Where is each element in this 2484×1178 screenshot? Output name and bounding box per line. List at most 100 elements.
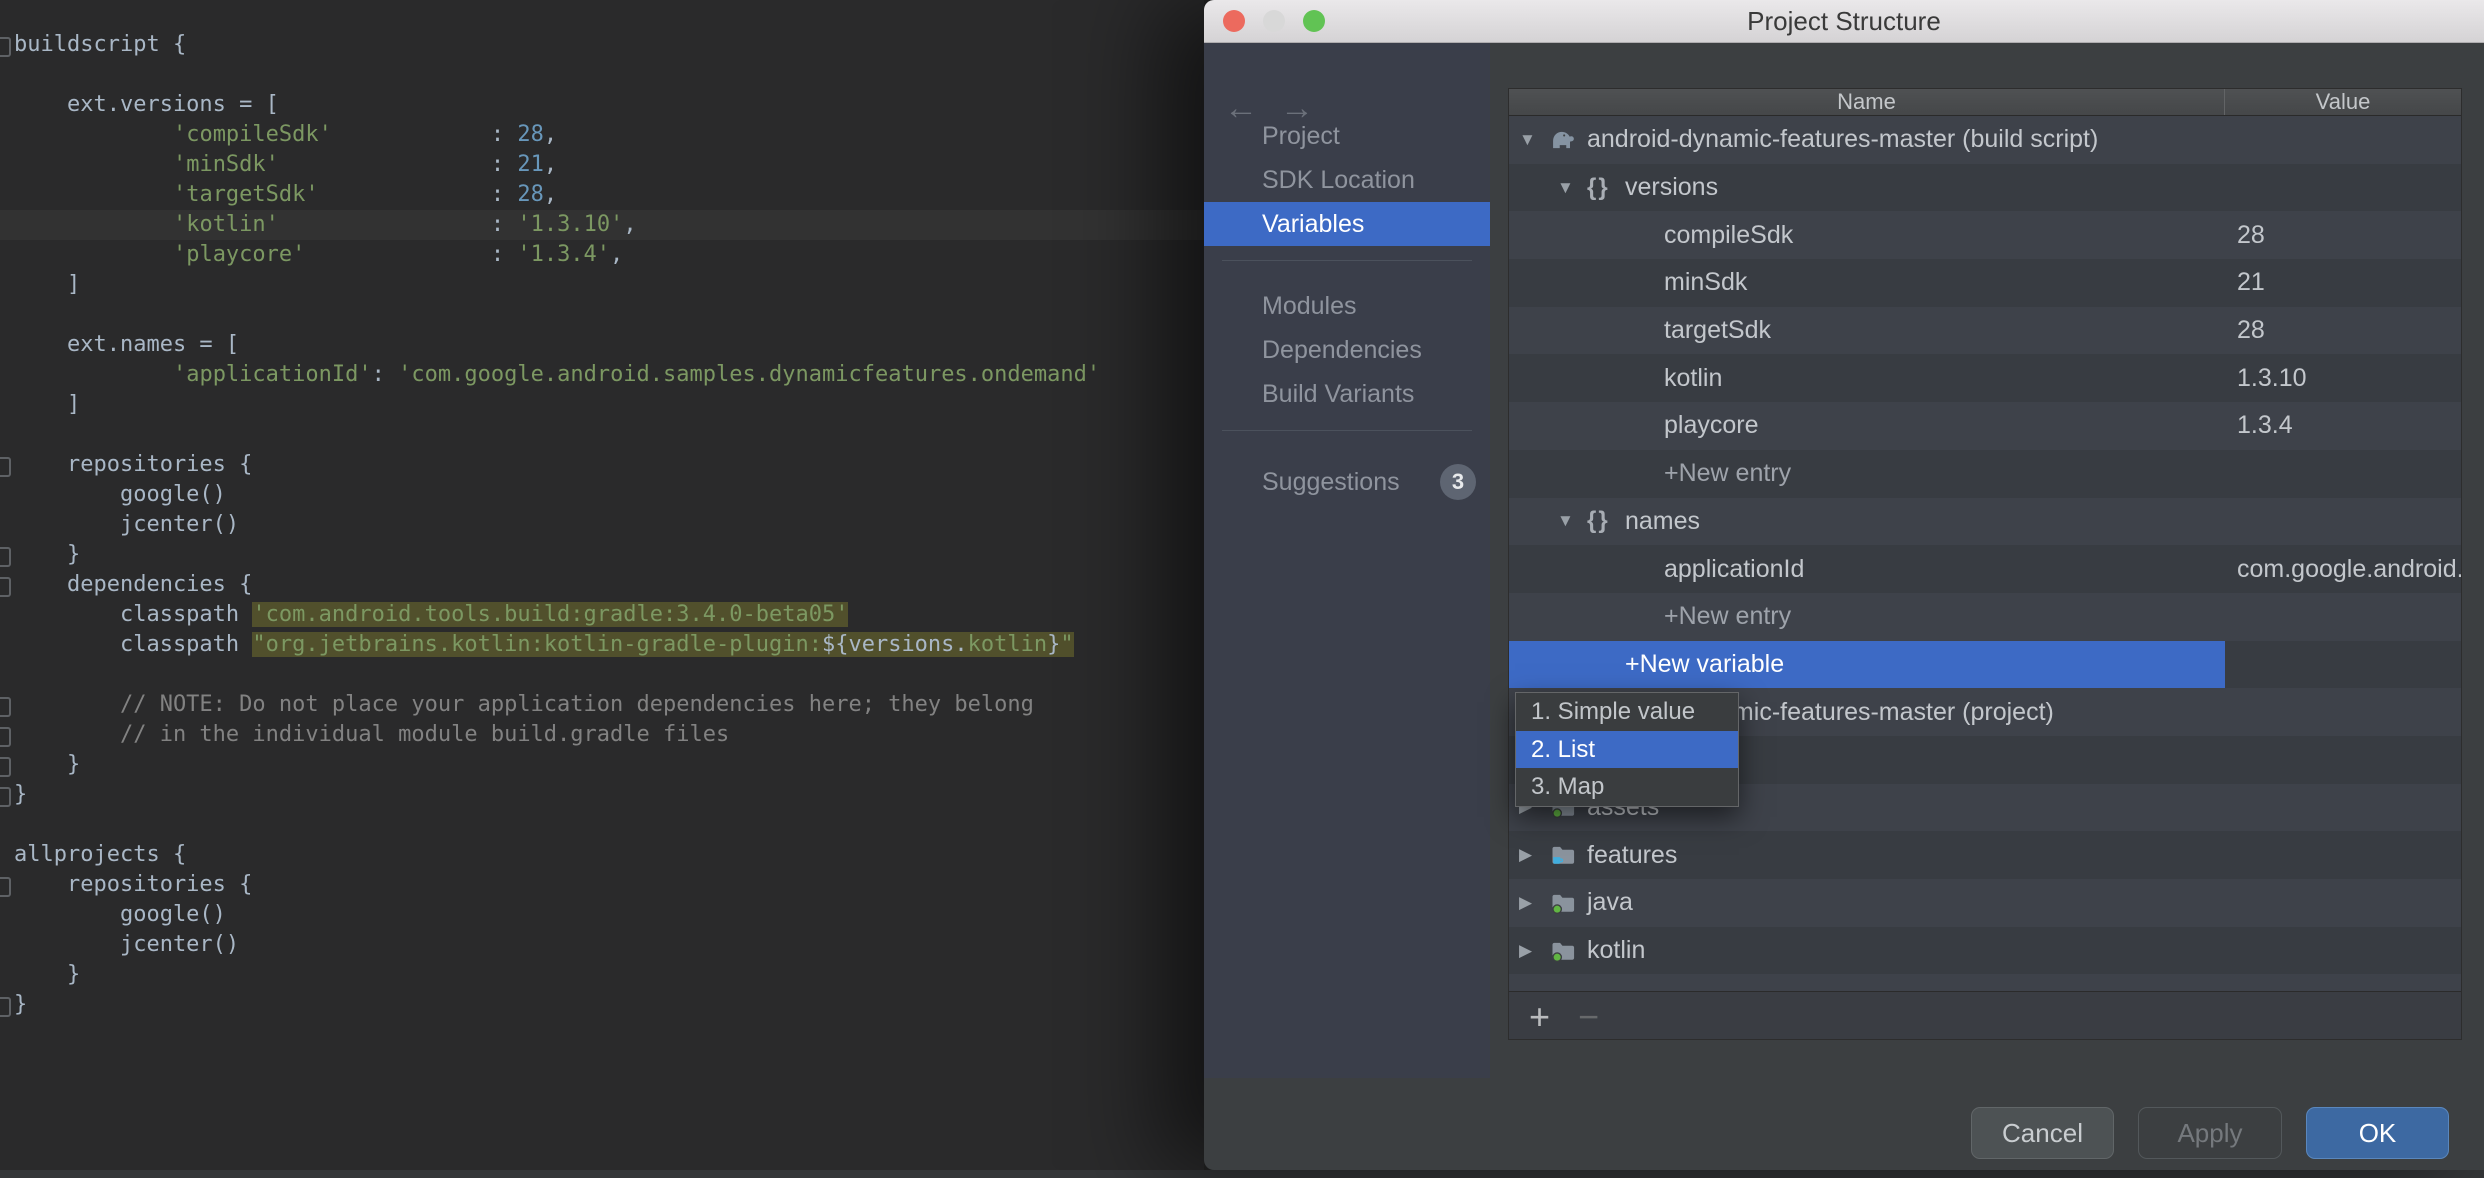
variable-name: names (1625, 506, 1701, 535)
ide-bottom-strip (0, 1170, 2484, 1178)
variable-row-kotlin[interactable]: kotlin 1.3.10 (1509, 354, 2461, 403)
code-line[interactable]: ext.names = [ (0, 330, 1204, 360)
variable-name: targetSdk (1664, 316, 1772, 345)
variable-row-versions[interactable]: ▼{} versions (1509, 163, 2461, 212)
variable-row-kotlin[interactable]: ▶ kotlin (1509, 926, 2461, 975)
sidebar-item-label: Modules (1262, 292, 1357, 320)
code-line[interactable]: jcenter() (0, 930, 1204, 960)
code-line[interactable]: 'playcore' : '1.3.4', (0, 240, 1204, 270)
variable-row-targetsdk[interactable]: targetSdk 28 (1509, 306, 2461, 355)
code-line[interactable]: 'kotlin' : '1.3.10', (0, 210, 1204, 240)
code-line[interactable]: // in the individual module build.gradle… (0, 720, 1204, 750)
name-cell: +New variable (1509, 640, 2225, 689)
code-line[interactable]: } (0, 990, 1204, 1020)
chevron-down-icon[interactable]: ▼ (1557, 178, 1587, 198)
code-line[interactable] (0, 660, 1204, 690)
value-cell: 1.3.10 (2225, 354, 2461, 402)
name-cell: compileSdk (1509, 211, 2225, 259)
variable-name: playcore (1664, 411, 1759, 440)
value-cell (2225, 688, 2461, 736)
code-line[interactable]: ext.versions = [ (0, 90, 1204, 120)
code-line[interactable] (0, 420, 1204, 450)
cancel-button[interactable]: Cancel (1971, 1107, 2114, 1159)
folder-feature-icon (1549, 841, 1587, 869)
sidebar-item-label: Build Variants (1262, 380, 1415, 408)
remove-variable-button[interactable]: − (1578, 995, 1599, 1039)
column-header-name: Name (1509, 89, 2225, 115)
sidebar-item-variables[interactable]: Variables (1204, 202, 1490, 246)
code-line[interactable]: } (0, 960, 1204, 990)
sidebar-item-build-variants[interactable]: Build Variants (1204, 372, 1490, 416)
code-line[interactable]: dependencies { (0, 570, 1204, 600)
code-line[interactable]: 'applicationId': 'com.google.android.sam… (0, 360, 1204, 390)
variable-row-java[interactable]: ▶ java (1509, 879, 2461, 927)
sidebar: ← → Project SDK Location Variables Modules De… (1204, 43, 1490, 1078)
code-line[interactable]: 'minSdk' : 21, (0, 150, 1204, 180)
chevron-down-icon[interactable]: ▼ (1557, 511, 1587, 531)
code-line[interactable]: } (0, 540, 1204, 570)
dropdown-item-1-simple-value[interactable]: 1. Simple value (1516, 693, 1738, 731)
sidebar-item-suggestions[interactable]: Suggestions 3 (1204, 460, 1490, 504)
code-line[interactable]: // NOTE: Do not place your application d… (0, 690, 1204, 720)
variable-row-android-dynamic-features-master-build-script[interactable]: ▼ android-dynamic-features-master (build … (1509, 116, 2461, 164)
ok-button[interactable]: OK (2306, 1107, 2449, 1159)
code-line[interactable]: repositories { (0, 450, 1204, 480)
suggestions-count-badge: 3 (1440, 464, 1476, 500)
variable-name: features (1587, 840, 1678, 869)
value-cell: 21 (2225, 259, 2461, 307)
code-line[interactable]: buildscript { (0, 30, 1204, 60)
variable-row-new-variable[interactable]: +New variable (1509, 640, 2461, 689)
chevron-right-icon[interactable]: ▶ (1519, 893, 1549, 913)
value-cell: 1.3.4 (2225, 402, 2461, 450)
chevron-right-icon[interactable]: ▶ (1519, 941, 1549, 961)
sidebar-item-dependencies[interactable]: Dependencies (1204, 328, 1490, 372)
dropdown-item-3-map[interactable]: 3. Map (1516, 768, 1738, 806)
table-header: Name Value (1509, 89, 2461, 116)
code-line[interactable] (0, 60, 1204, 90)
variable-row-new-entry[interactable]: +New entry (1509, 449, 2461, 498)
code-line[interactable]: google() (0, 480, 1204, 510)
sidebar-item-sdk-location[interactable]: SDK Location (1204, 158, 1490, 202)
variable-row-features[interactable]: ▶ features (1509, 831, 2461, 879)
variable-row-names[interactable]: ▼{} names (1509, 497, 2461, 546)
code-line[interactable]: ] (0, 390, 1204, 420)
sidebar-item-label: Dependencies (1262, 336, 1422, 364)
sidebar-item-project[interactable]: Project (1204, 114, 1490, 158)
code-line[interactable]: 'targetSdk' : 28, (0, 180, 1204, 210)
code-line[interactable]: ] (0, 270, 1204, 300)
code-line[interactable]: repositories { (0, 870, 1204, 900)
gutter-marker-icon (0, 697, 11, 717)
code-line[interactable] (0, 300, 1204, 330)
code-line[interactable]: jcenter() (0, 510, 1204, 540)
apply-button[interactable]: Apply (2138, 1107, 2282, 1159)
variable-row-applicationid[interactable]: applicationId com.google.android.samples.… (1509, 545, 2461, 593)
code-line[interactable]: } (0, 780, 1204, 810)
name-cell: applicationId (1509, 545, 2225, 593)
variable-row-new-entry[interactable]: +New entry (1509, 592, 2461, 641)
minimize-window-icon[interactable] (1263, 10, 1285, 32)
name-cell: playcore (1509, 402, 2225, 450)
variable-name: applicationId (1664, 554, 1805, 583)
dialog-titlebar[interactable]: Project Structure (1204, 0, 2484, 43)
sidebar-item-label: Variables (1262, 210, 1365, 238)
variable-row-compilesdk[interactable]: compileSdk 28 (1509, 211, 2461, 260)
sidebar-item-modules[interactable]: Modules (1204, 284, 1490, 328)
screen: buildscript { ext.versions = [ 'compileS… (0, 0, 2484, 1178)
variable-row-playcore[interactable]: playcore 1.3.4 (1509, 402, 2461, 450)
code-line[interactable]: classpath "org.jetbrains.kotlin:kotlin-g… (0, 630, 1204, 660)
code-line[interactable]: google() (0, 900, 1204, 930)
chevron-down-icon[interactable]: ▼ (1519, 130, 1549, 150)
column-header-value: Value (2315, 89, 2371, 114)
variable-row-minsdk[interactable]: minSdk 21 (1509, 259, 2461, 307)
add-variable-button[interactable]: + (1529, 995, 1550, 1039)
code-line[interactable] (0, 810, 1204, 840)
code-editor[interactable]: buildscript { ext.versions = [ 'compileS… (0, 0, 1204, 1170)
dropdown-item-2-list[interactable]: 2. List (1516, 730, 1738, 769)
close-window-icon[interactable] (1223, 10, 1245, 32)
code-line[interactable]: } (0, 750, 1204, 780)
chevron-right-icon[interactable]: ▶ (1519, 845, 1549, 865)
zoom-window-icon[interactable] (1303, 10, 1325, 32)
code-line[interactable]: 'compileSdk' : 28, (0, 120, 1204, 150)
code-line[interactable]: allprojects { (0, 840, 1204, 870)
code-line[interactable]: classpath 'com.android.tools.build:gradl… (0, 600, 1204, 630)
